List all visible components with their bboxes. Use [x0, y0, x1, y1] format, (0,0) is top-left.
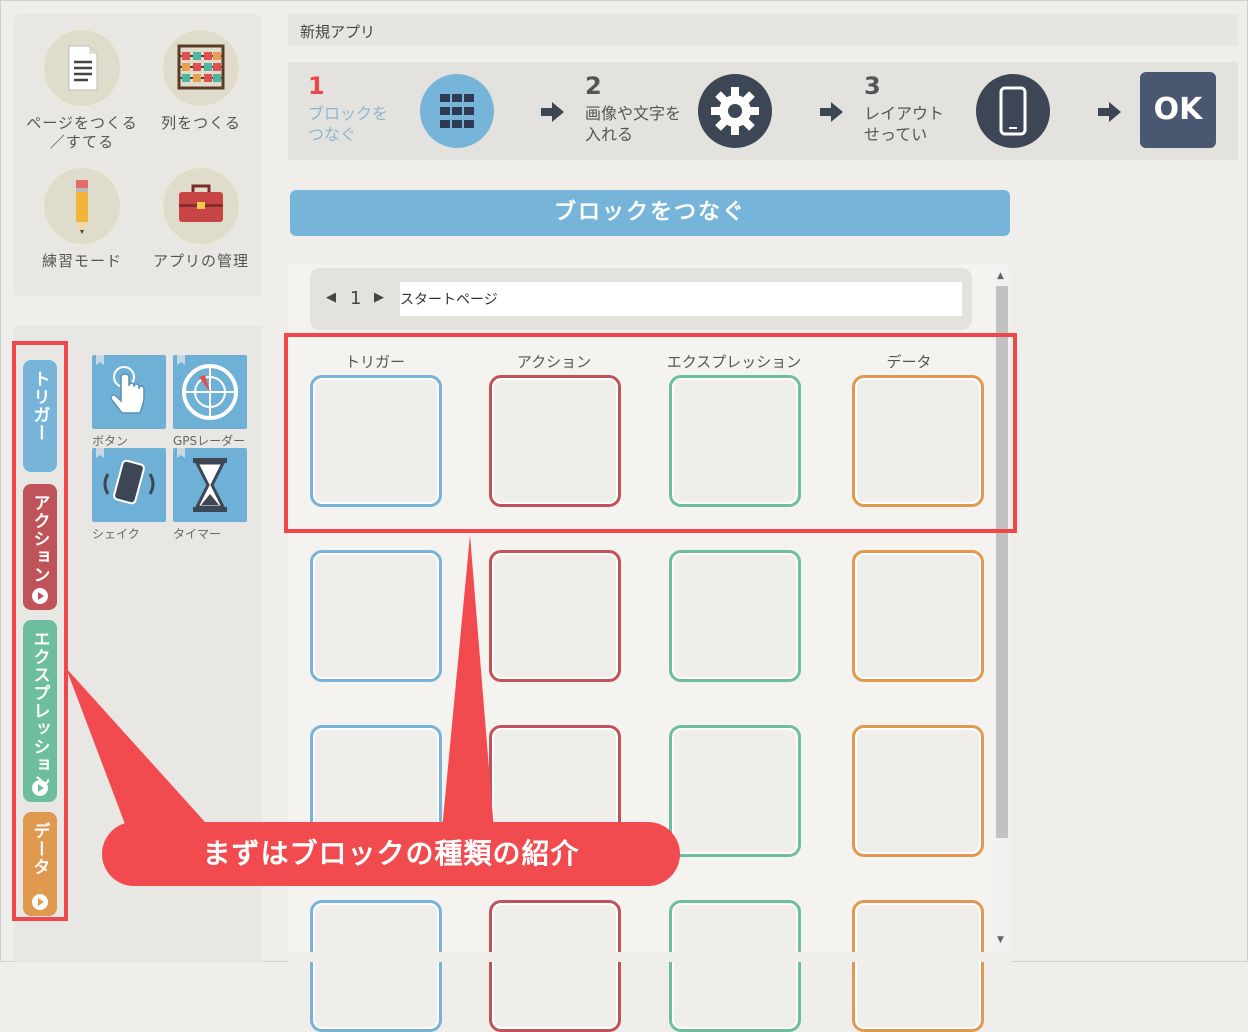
callout-pointers [66, 535, 494, 832]
annotation-callout: まずはブロックの種類の紹介 [102, 822, 680, 886]
